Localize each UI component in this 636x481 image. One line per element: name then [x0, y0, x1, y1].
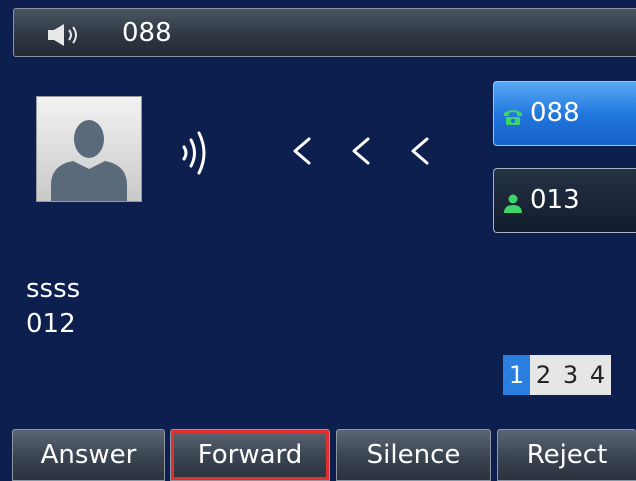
page-indicator: 1 2 3 4 — [503, 355, 611, 395]
chevron-left-icon — [293, 137, 311, 165]
caller-name: ssss — [26, 274, 81, 304]
answer-button[interactable]: Answer — [12, 429, 165, 481]
ringing-waves-icon — [182, 131, 206, 175]
page-4[interactable]: 4 — [584, 355, 611, 395]
forward-button[interactable]: Forward — [170, 429, 330, 481]
silence-button[interactable]: Silence — [336, 429, 491, 481]
reject-button[interactable]: Reject — [497, 429, 636, 481]
caller-avatar — [36, 96, 142, 202]
line-key-013[interactable]: 013 — [493, 168, 636, 233]
status-bar: 088 — [13, 8, 636, 57]
caller-number: 012 — [26, 309, 76, 339]
line-key-088[interactable]: 088 — [493, 81, 636, 146]
phone-icon — [504, 110, 522, 125]
person-avatar-icon — [51, 120, 127, 201]
status-number: 088 — [122, 18, 172, 48]
speaker-icon — [48, 24, 77, 46]
page-3[interactable]: 3 — [557, 355, 584, 395]
line-key-label: 013 — [530, 185, 580, 215]
page-1[interactable]: 1 — [503, 355, 530, 395]
page-2[interactable]: 2 — [530, 355, 557, 395]
contact-icon — [504, 194, 522, 213]
chevron-left-icon — [411, 137, 429, 165]
chevron-left-icon — [352, 137, 370, 165]
line-key-label: 088 — [530, 98, 580, 128]
